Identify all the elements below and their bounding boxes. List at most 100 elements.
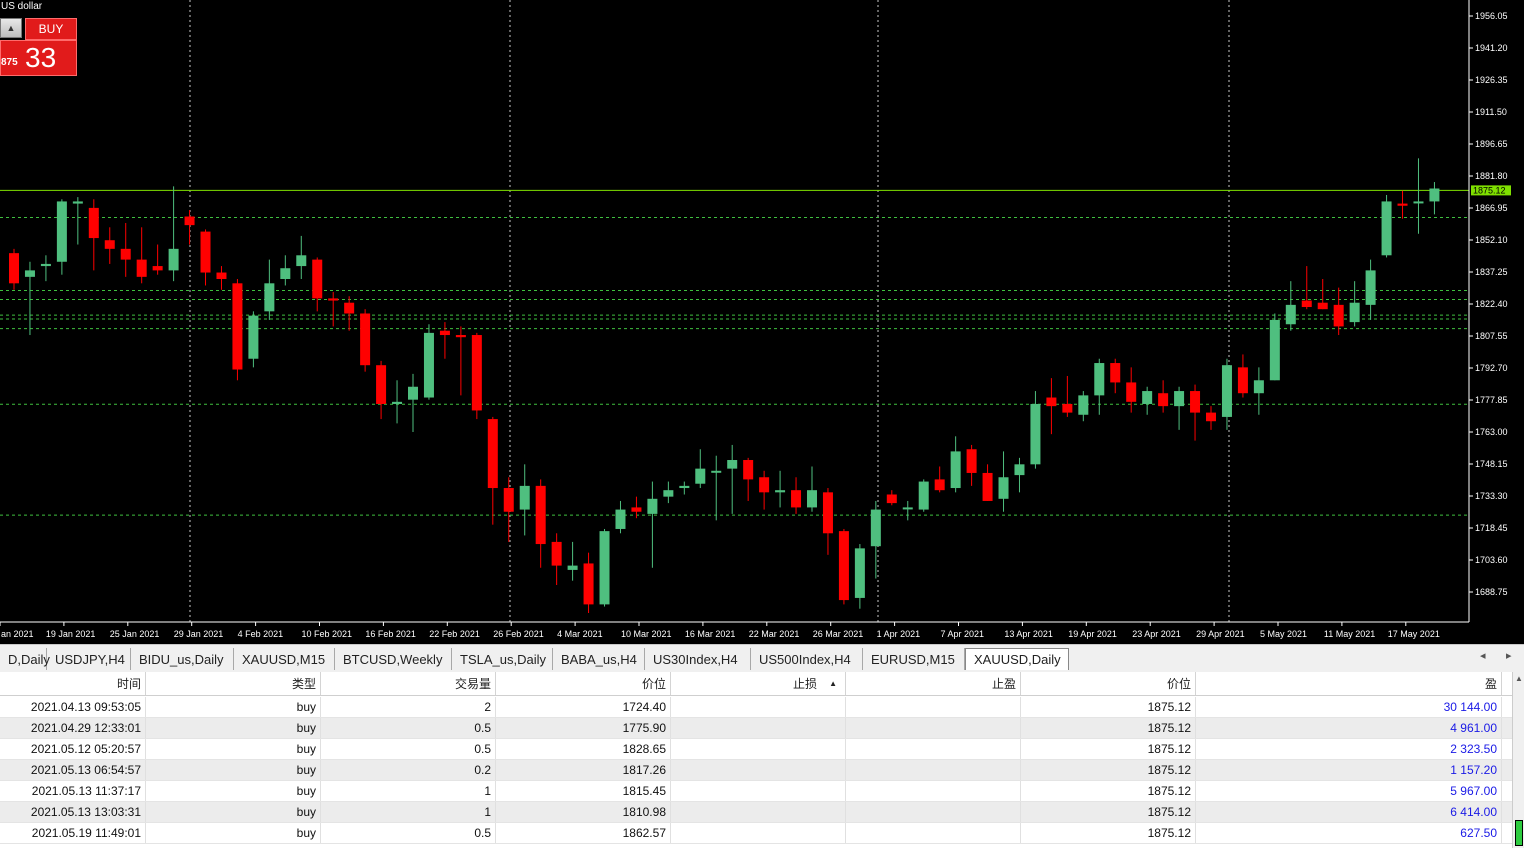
bullish-candle (296, 255, 307, 267)
tab-chart-active[interactable]: XAUUSD,Daily (965, 648, 1069, 670)
bullish-candle (1253, 380, 1264, 394)
header-volume[interactable]: 交易量 (321, 672, 496, 695)
tab-chart[interactable]: XAUUSD,M15 (234, 648, 335, 670)
tab-chart[interactable]: US500Index,H4 (751, 648, 863, 670)
bullish-candle (902, 507, 913, 510)
tab-scroll-right-icon[interactable]: ▸ (1506, 649, 1512, 662)
header-stop-loss[interactable]: 止损 ▲ (671, 672, 846, 695)
tab-scroll-left-icon[interactable]: ◂ (1480, 649, 1486, 662)
scrollbar-thumb[interactable] (1515, 820, 1523, 846)
one-click-trade-panel[interactable]: ▲ BUY 875 33 (0, 18, 77, 76)
header-type[interactable]: 类型 (146, 672, 321, 695)
candlestick-chart-canvas[interactable]: 1956.05 1941.20 1926.35 1911.50 1896.65 1881.… (0, 0, 1524, 644)
table-scrollbar[interactable]: ▲ (1512, 672, 1524, 848)
table-row[interactable]: 2021.05.13 11:37:17 buy 1 1815.45 1875.12 5 9… (0, 781, 1512, 802)
tab-chart[interactable]: BABA_us,H4 (553, 648, 645, 670)
bearish-candle (152, 266, 163, 271)
bullish-candle (1365, 270, 1376, 305)
table-row[interactable]: 2021.05.13 13:03:31 buy 1 1810.98 1875.12 6 4… (0, 802, 1512, 823)
bearish-candle (455, 335, 466, 338)
header-current-price[interactable]: 价位 (1021, 672, 1196, 695)
buy-price-box[interactable]: 875 33 (0, 40, 77, 76)
date-axis-label: 10 Feb 2021 (302, 629, 353, 639)
date-axis-label: 19 Apr 2021 (1068, 629, 1117, 639)
bearish-candle (328, 298, 339, 301)
date-axis-label: 16 Mar 2021 (685, 629, 736, 639)
bullish-candle (647, 498, 658, 514)
bullish-candle (695, 468, 706, 484)
table-row[interactable]: 2021.04.29 12:33:01 buy 0.5 1775.90 1875.12 4… (0, 718, 1512, 739)
bearish-candle (822, 492, 833, 534)
price-axis-label: 1837.25 (1475, 267, 1508, 277)
date-axis-label: 4 Feb 2021 (238, 629, 284, 639)
bearish-candle (136, 259, 147, 277)
cell-type: buy (146, 718, 321, 738)
price-axis-label: 1807.55 (1475, 331, 1508, 341)
bearish-candle (439, 330, 450, 336)
date-axis-label: 25 Jan 2021 (110, 629, 160, 639)
bearish-candle (216, 272, 227, 280)
bullish-candle (392, 401, 403, 404)
table-row[interactable]: 2021.05.19 11:49:01 buy 0.5 1862.57 1875.12 6… (0, 823, 1512, 844)
table-header: 时间 类型 交易量 价位 止损 ▲ 止盈 价位 盈 (0, 672, 1512, 696)
volume-arrow-button[interactable]: ▲ (0, 18, 22, 38)
buy-price-pips: 33 (25, 42, 57, 73)
date-axis-label: 10 Mar 2021 (621, 629, 672, 639)
tab-chart[interactable]: US30Index,H4 (645, 648, 751, 670)
bullish-candle (1014, 464, 1025, 476)
tab-chart[interactable]: USDJPY,H4 (47, 648, 131, 670)
price-axis-label: 1822.40 (1475, 299, 1508, 309)
bearish-candle (966, 449, 977, 473)
tab-chart[interactable]: BTCUSD,Weekly (335, 648, 452, 670)
buy-button[interactable]: BUY (25, 18, 77, 40)
price-axis-label: 1748.15 (1475, 459, 1508, 469)
tab-chart[interactable]: EURUSD,M15 (863, 648, 965, 670)
bullish-candle (24, 270, 35, 277)
bearish-candle (200, 231, 211, 273)
header-take-profit[interactable]: 止盈 (846, 672, 1021, 695)
bullish-candle (918, 481, 929, 510)
date-axis-label: 7 Apr 2021 (941, 629, 985, 639)
sort-ascending-icon: ▲ (829, 679, 837, 688)
table-row[interactable]: 2021.05.13 06:54:57 buy 0.2 1817.26 1875.12 1… (0, 760, 1512, 781)
date-axis-label: 26 Feb 2021 (493, 629, 544, 639)
cell-stop-loss (671, 802, 846, 822)
header-price[interactable]: 价位 (496, 672, 671, 695)
cell-stop-loss (671, 823, 846, 843)
tab-chart[interactable]: TSLA_us,Daily (452, 648, 553, 670)
cell-take-profit (846, 739, 1021, 759)
cell-volume: 0.5 (321, 739, 496, 759)
bearish-candle (344, 302, 355, 314)
bearish-candle (104, 240, 115, 249)
bullish-candle (1142, 391, 1153, 404)
date-axis-label: 22 Feb 2021 (429, 629, 480, 639)
price-chart[interactable]: 1956.05 1941.20 1926.35 1911.50 1896.65 1881.… (0, 0, 1524, 644)
cell-take-profit (846, 823, 1021, 843)
scroll-up-icon[interactable]: ▲ (1514, 674, 1524, 684)
cell-stop-loss (671, 781, 846, 801)
bullish-candle (168, 248, 179, 271)
bullish-candle (264, 283, 275, 312)
bearish-candle (1237, 367, 1248, 394)
bullish-candle (248, 315, 259, 359)
bearish-candle (791, 490, 802, 508)
cell-stop-loss (671, 739, 846, 759)
bearish-candle (1110, 363, 1121, 383)
date-axis-label: 22 Mar 2021 (749, 629, 800, 639)
cell-volume: 0.2 (321, 760, 496, 780)
price-axis-label: 1926.35 (1475, 75, 1508, 85)
date-axis-label: 26 Mar 2021 (813, 629, 864, 639)
cell-type: buy (146, 760, 321, 780)
header-profit[interactable]: 盈 (1196, 672, 1502, 695)
bullish-candle (1349, 302, 1360, 323)
bullish-candle (1429, 188, 1440, 202)
bullish-candle (1174, 391, 1185, 407)
header-time[interactable]: 时间 (0, 672, 146, 695)
trade-table: 时间 类型 交易量 价位 止损 ▲ 止盈 价位 盈 2021.04.13 09:… (0, 672, 1512, 848)
cell-volume: 1 (321, 781, 496, 801)
table-row[interactable]: 2021.05.12 05:20:57 buy 0.5 1828.65 1875.12 2… (0, 739, 1512, 760)
tab-chart[interactable]: BIDU_us,Daily (131, 648, 234, 670)
tab-chart[interactable]: D,Daily (0, 648, 50, 670)
table-row[interactable]: 2021.04.13 09:53:05 buy 2 1724.40 1875.12 30 … (0, 697, 1512, 718)
cell-type: buy (146, 739, 321, 759)
